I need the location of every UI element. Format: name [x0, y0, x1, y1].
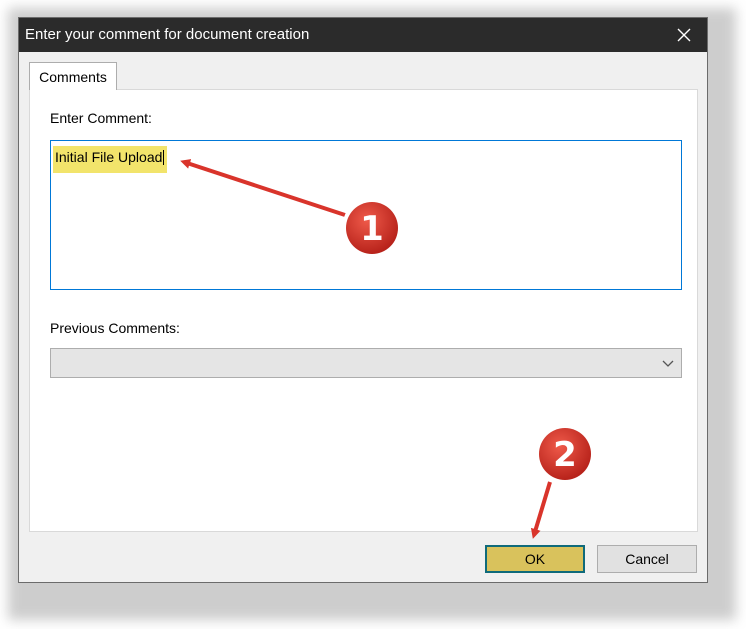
tab-comments-label: Comments [39, 68, 107, 85]
comments-panel: Enter Comment: Initial File Upload Previ… [29, 89, 698, 532]
comment-input[interactable]: Initial File Upload [50, 140, 682, 290]
comment-value: Initial File Upload [55, 149, 163, 165]
close-button[interactable] [661, 18, 707, 52]
close-icon [677, 28, 691, 42]
chevron-down-icon [662, 360, 674, 367]
title-bar: Enter your comment for document creation [19, 18, 707, 52]
tab-comments[interactable]: Comments [29, 62, 117, 90]
previous-comments-label: Previous Comments: [50, 320, 180, 336]
enter-comment-label: Enter Comment: [50, 110, 152, 126]
comment-text-highlighted: Initial File Upload [53, 146, 168, 173]
ok-button-label: OK [524, 551, 546, 567]
cancel-button[interactable]: Cancel [597, 545, 697, 573]
ok-button[interactable]: OK [485, 545, 585, 573]
comment-dialog: Enter your comment for document creation… [18, 17, 708, 583]
text-caret [163, 150, 165, 165]
previous-comments-select[interactable] [50, 348, 682, 378]
dialog-title: Enter your comment for document creation [25, 26, 310, 43]
cancel-button-label: Cancel [625, 551, 669, 567]
